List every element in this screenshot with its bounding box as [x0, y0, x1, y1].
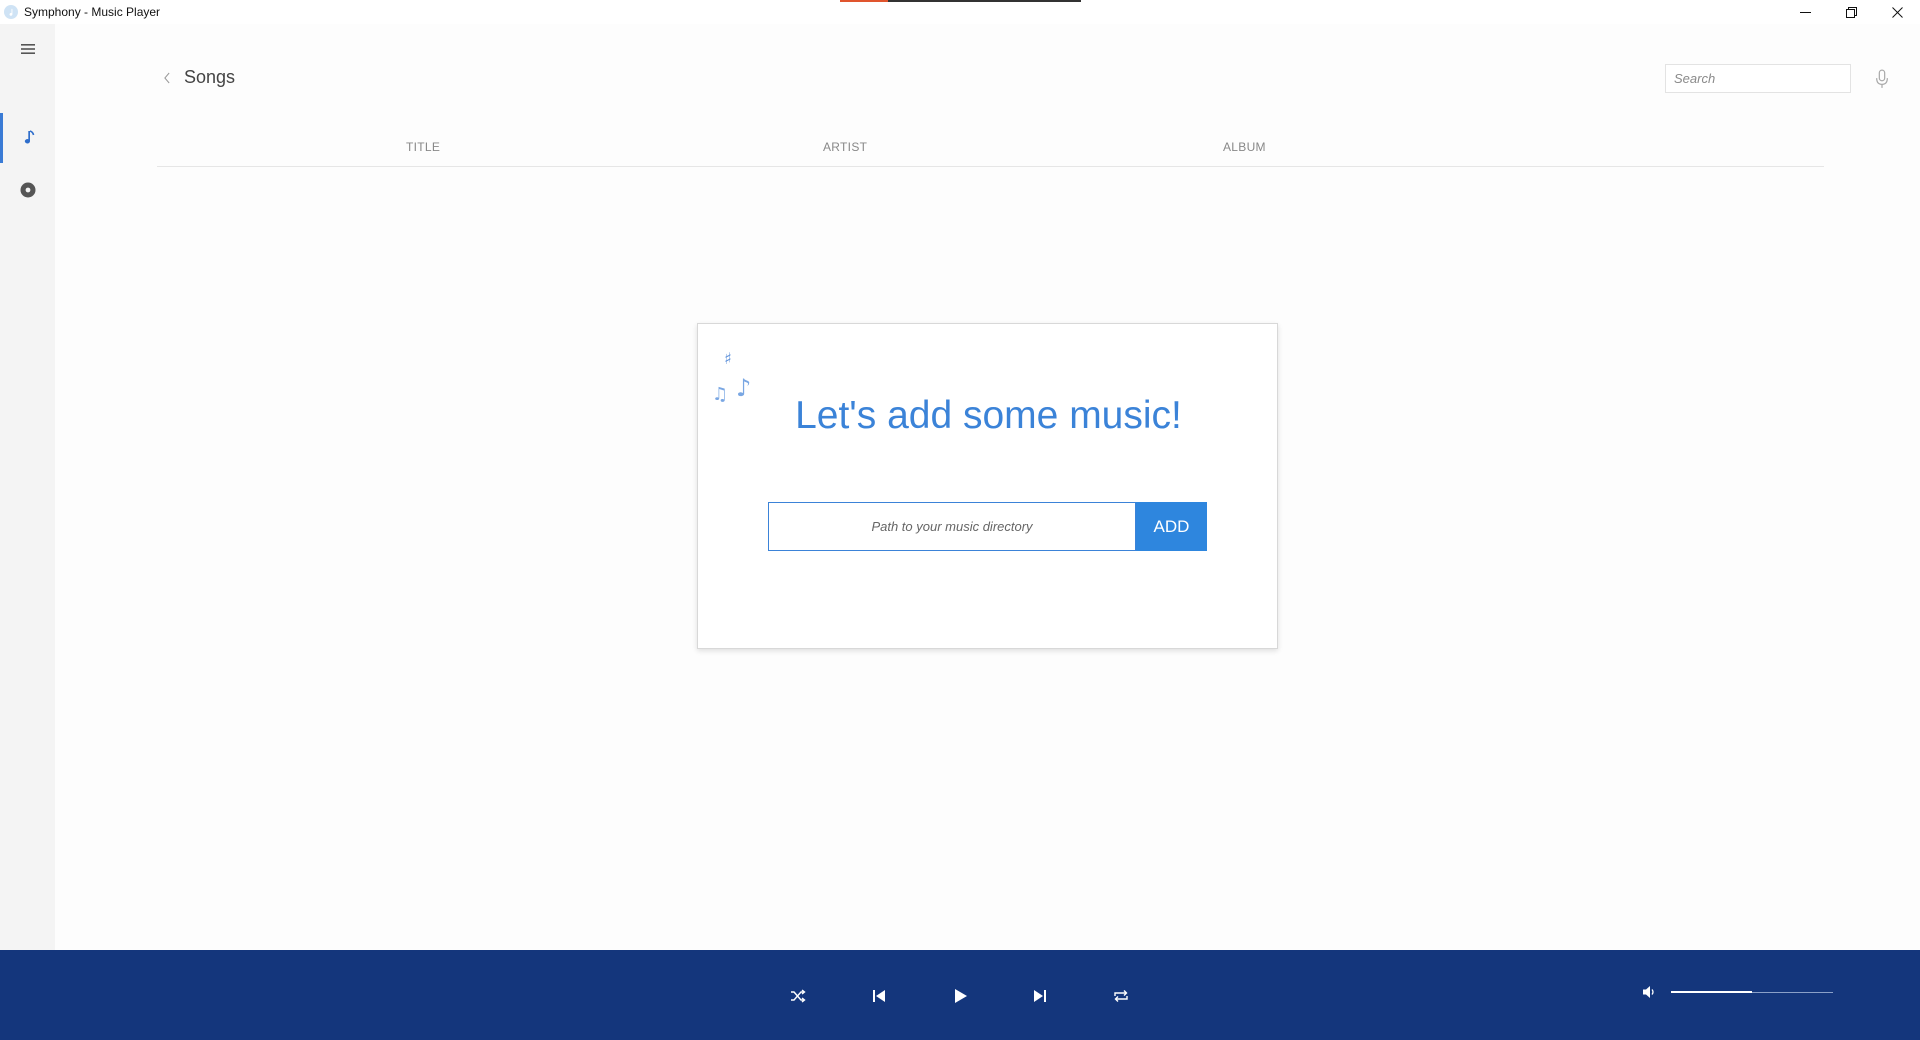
sidebar	[0, 24, 55, 950]
play-button[interactable]	[947, 983, 973, 1009]
shuffle-button[interactable]	[785, 983, 811, 1009]
minimize-icon	[1799, 11, 1811, 13]
column-header-title[interactable]: TITLE	[406, 140, 440, 154]
window-title: Symphony - Music Player	[24, 5, 161, 19]
add-music-card: ♯ ♫ ♪ Let's add some music! ADD	[697, 323, 1278, 649]
music-note-icon	[24, 130, 35, 144]
restore-button[interactable]	[1828, 0, 1874, 24]
chevron-left-icon	[164, 72, 170, 84]
sidebar-item-songs[interactable]	[0, 113, 55, 163]
player-bar	[0, 950, 1920, 1040]
volume-level	[1671, 991, 1752, 993]
close-icon	[1891, 6, 1903, 18]
search-input[interactable]	[1666, 65, 1850, 92]
empty-state-heading: Let's add some music!	[795, 394, 1182, 437]
microphone-icon	[1876, 69, 1888, 88]
music-path-field[interactable]	[768, 502, 1136, 551]
shuffle-icon	[791, 989, 806, 1003]
next-button[interactable]	[1027, 983, 1053, 1009]
back-button[interactable]	[160, 69, 174, 87]
column-header-artist[interactable]: ARTIST	[823, 140, 867, 154]
add-button[interactable]: ADD	[1136, 502, 1207, 551]
svg-text:♯: ♯	[724, 349, 732, 368]
page-title: Songs	[184, 67, 236, 87]
repeat-button[interactable]	[1108, 983, 1134, 1009]
next-icon	[1034, 990, 1046, 1002]
header-divider	[157, 166, 1824, 167]
minimize-button[interactable]	[1782, 0, 1828, 24]
previous-icon	[873, 990, 885, 1002]
column-header-album[interactable]: ALBUM	[1223, 140, 1266, 154]
search-box[interactable]	[1665, 64, 1851, 93]
disc-icon	[20, 182, 35, 198]
repeat-icon	[1114, 990, 1128, 1002]
restore-icon	[1845, 6, 1857, 18]
volume-icon[interactable]	[1641, 983, 1659, 1001]
sidebar-item-albums[interactable]	[0, 165, 55, 215]
loading-bar	[840, 0, 1081, 2]
window-controls	[1782, 0, 1920, 24]
music-path-input[interactable]	[769, 503, 1135, 550]
voice-search-button[interactable]	[1873, 67, 1891, 91]
close-button[interactable]	[1874, 0, 1920, 24]
hamburger-menu-icon	[20, 44, 35, 54]
play-icon	[955, 989, 967, 1003]
title-bar: Symphony - Music Player	[0, 0, 1920, 24]
menu-button[interactable]	[0, 24, 55, 74]
previous-button[interactable]	[866, 983, 892, 1009]
app-icon	[4, 5, 18, 19]
volume-slider[interactable]	[1671, 991, 1833, 993]
